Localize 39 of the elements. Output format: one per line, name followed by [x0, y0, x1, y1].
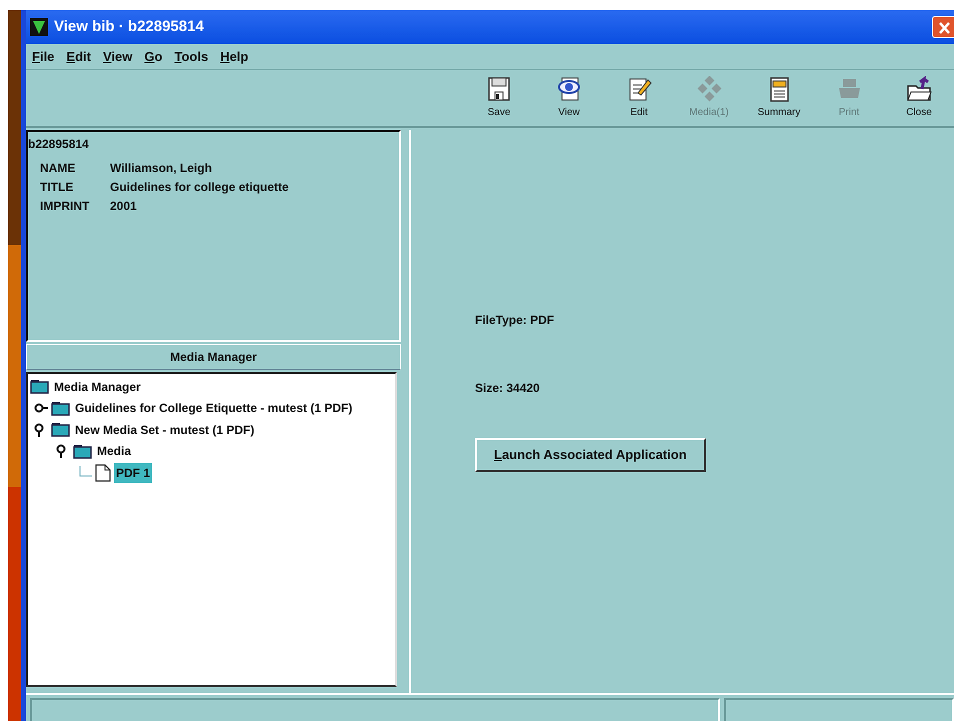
field-label: IMPRINT	[40, 198, 90, 215]
toolbar-button[interactable]: Summary	[744, 70, 814, 126]
window-title: View bib · b22895814	[54, 16, 204, 37]
folder-icon	[73, 444, 92, 459]
folder-arrow-icon	[906, 76, 932, 102]
toolbar-button[interactable]: View	[534, 70, 604, 126]
diamonds-icon	[696, 76, 722, 102]
menu-item[interactable]: Tools	[174, 46, 208, 66]
toolbar-button[interactable]: Close	[884, 70, 954, 126]
menu-item[interactable]: Edit	[66, 46, 91, 66]
eye-icon	[556, 76, 582, 102]
folder-icon	[51, 400, 70, 416]
tree-item[interactable]: PDF 1	[114, 462, 152, 483]
toolbar-button[interactable]: Edit	[604, 70, 674, 126]
field-value: Williamson, Leigh	[110, 160, 212, 177]
size-text: Size: 34420	[475, 380, 541, 396]
record-id: b22895814	[28, 136, 90, 153]
field-value: 2001	[110, 198, 137, 215]
folder-icon	[51, 422, 70, 438]
field-label: TITLE	[40, 179, 74, 196]
close-button[interactable]	[932, 16, 954, 38]
tree-item[interactable]: Media Manager	[52, 376, 143, 397]
toolbar-button[interactable]: Save	[464, 70, 534, 126]
collapse-handle-icon[interactable]	[34, 401, 48, 416]
tree-item[interactable]: Guidelines for College Etiquette - mutest (1 PDF)	[73, 398, 354, 418]
file-type-text: FileType: PDF	[475, 312, 556, 328]
folder-icon	[30, 379, 49, 394]
menu-item[interactable]: Go	[144, 46, 162, 66]
menu-item[interactable]: View	[102, 46, 132, 66]
tree-item[interactable]: Media	[95, 441, 134, 462]
menu-item[interactable]: Help	[220, 46, 248, 66]
app-icon	[30, 18, 48, 36]
launch-button[interactable]: Launch Associated Application	[475, 438, 706, 472]
menu-item[interactable]: File	[32, 46, 54, 66]
field-value: Guidelines for college etiquette	[110, 179, 289, 196]
panel-header: Media Manager	[26, 344, 401, 370]
file-icon	[95, 464, 111, 482]
tree-item[interactable]: New Media Set - mutest (1 PDF)	[73, 420, 256, 440]
field-label: NAME	[40, 160, 76, 177]
